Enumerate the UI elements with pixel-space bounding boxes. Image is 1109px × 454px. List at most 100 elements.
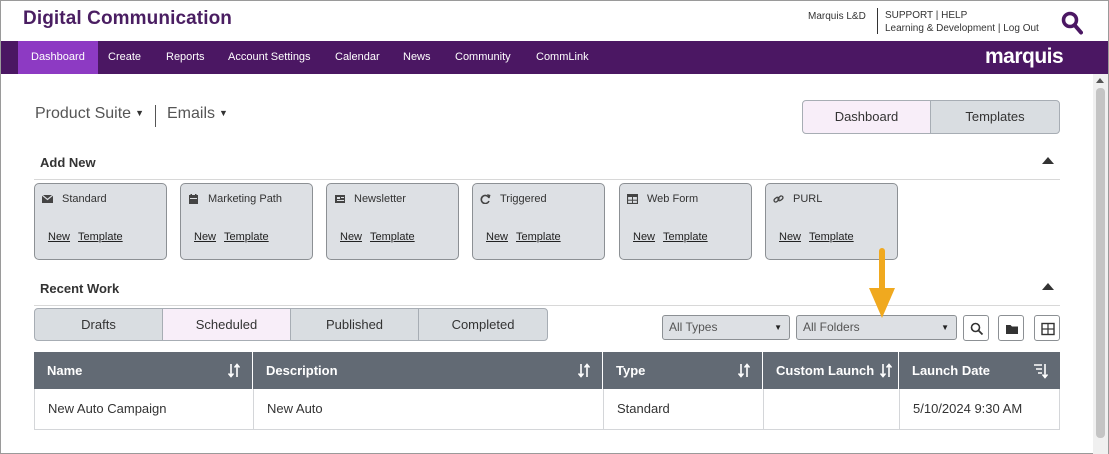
collapse-add-new-icon[interactable] — [1042, 157, 1054, 164]
card-triggered: Triggered New Template — [472, 183, 605, 260]
sort-icon — [578, 363, 590, 378]
nav-create[interactable]: Create — [108, 41, 141, 74]
table-row[interactable]: New Auto Campaign New Auto Standard 5/10… — [34, 389, 1060, 430]
col-description-label: Description — [266, 363, 338, 378]
card-web-form: Web Form New Template — [619, 183, 752, 260]
template-purl-link[interactable]: Template — [809, 231, 854, 243]
app-title: Digital Communication — [23, 8, 232, 29]
learning-link[interactable]: Learning & Development — [885, 23, 995, 34]
brand-logo[interactable]: marquis — [985, 45, 1064, 69]
nav-community[interactable]: Community — [455, 41, 511, 74]
card-label: Marketing Path — [208, 193, 282, 205]
sort-icon — [738, 363, 750, 378]
cell-custom-launch — [764, 389, 900, 429]
col-type[interactable]: Type — [603, 352, 763, 389]
nav-account-settings[interactable]: Account Settings — [228, 41, 311, 74]
calendar-icon — [189, 194, 198, 204]
grid-icon — [1041, 322, 1055, 336]
card-label: Standard — [62, 193, 107, 205]
caret-down-icon: ▼ — [941, 323, 949, 332]
new-triggered-link[interactable]: New — [486, 231, 508, 243]
col-name-label: Name — [47, 363, 83, 378]
col-launch-date-label: Launch Date — [912, 363, 991, 378]
new-newsletter-link[interactable]: New — [340, 231, 362, 243]
user-label: Marquis L&D — [808, 11, 866, 22]
template-triggered-link[interactable]: Template — [516, 231, 561, 243]
vertical-scrollbar[interactable] — [1093, 74, 1108, 454]
selector-divider — [155, 105, 156, 127]
nav-reports[interactable]: Reports — [166, 41, 205, 74]
template-web-form-link[interactable]: Template — [663, 231, 708, 243]
table-icon — [627, 194, 638, 204]
link-separator: | — [935, 10, 939, 21]
tab-published[interactable]: Published — [290, 308, 419, 341]
col-launch-date[interactable]: Launch Date — [899, 352, 1060, 389]
logout-link[interactable]: Log Out — [1003, 23, 1039, 34]
top-header: Digital Communication Marquis L&D SUPPOR… — [1, 1, 1108, 41]
type-filter-value: All Types — [669, 320, 718, 334]
col-type-label: Type — [616, 363, 646, 378]
new-standard-link[interactable]: New — [48, 231, 70, 243]
nav-news[interactable]: News — [403, 41, 431, 74]
header-divider — [877, 8, 878, 34]
refresh-icon — [480, 194, 491, 204]
collapse-recent-work-icon[interactable] — [1042, 283, 1054, 290]
link-icon — [773, 195, 784, 203]
template-marketing-path-link[interactable]: Template — [224, 231, 269, 243]
cell-launch-date: 5/10/2024 9:30 AM — [913, 401, 1023, 416]
tab-drafts[interactable]: Drafts — [34, 308, 163, 341]
envelope-icon — [42, 194, 53, 203]
card-label: Web Form — [647, 193, 699, 205]
sort-icon — [228, 363, 240, 378]
caret-down-icon: ▼ — [219, 108, 228, 118]
template-newsletter-link[interactable]: Template — [370, 231, 415, 243]
section-divider — [34, 179, 1060, 180]
nav-commlink[interactable]: CommLink — [536, 41, 589, 74]
newspaper-icon — [335, 195, 345, 203]
card-newsletter: Newsletter New Template — [326, 183, 459, 260]
cell-description: New Auto — [254, 389, 604, 429]
main-nav: Dashboard Create Reports Account Setting… — [1, 41, 1108, 74]
sort-descending-icon — [1034, 364, 1048, 379]
recent-work-heading: Recent Work — [40, 281, 120, 296]
tab-scheduled[interactable]: Scheduled — [162, 308, 291, 341]
folder-icon — [1006, 325, 1018, 334]
support-link[interactable]: SUPPORT — [885, 10, 933, 21]
col-description[interactable]: Description — [253, 352, 603, 389]
card-label: Triggered — [500, 193, 547, 205]
scroll-up-icon[interactable] — [1096, 78, 1104, 83]
templates-view-button[interactable]: Templates — [930, 100, 1060, 134]
search-icon[interactable] — [1061, 11, 1083, 35]
col-custom-launch-label: Custom Launch — [776, 363, 875, 378]
dashboard-view-button[interactable]: Dashboard — [802, 100, 931, 134]
new-marketing-path-link[interactable]: New — [194, 231, 216, 243]
col-name[interactable]: Name — [34, 352, 253, 389]
search-button[interactable] — [963, 315, 989, 341]
sort-icon — [880, 363, 892, 378]
new-purl-link[interactable]: New — [779, 231, 801, 243]
new-web-form-link[interactable]: New — [633, 231, 655, 243]
card-marketing-path: Marketing Path New Template — [180, 183, 313, 260]
folder-button[interactable] — [998, 315, 1024, 341]
add-new-heading: Add New — [40, 155, 96, 170]
product-suite-selector[interactable]: Product Suite ▼ — [35, 105, 144, 123]
grid-view-button[interactable] — [1034, 315, 1060, 341]
link-separator: | — [997, 23, 1001, 34]
caret-down-icon: ▼ — [135, 108, 144, 118]
template-standard-link[interactable]: Template — [78, 231, 123, 243]
type-filter-select[interactable]: All Types ▼ — [662, 315, 790, 340]
help-link[interactable]: HELP — [941, 10, 967, 21]
folder-filter-value: All Folders — [803, 320, 860, 334]
col-custom-launch[interactable]: Custom Launch — [763, 352, 899, 389]
emails-selector[interactable]: Emails ▼ — [167, 105, 228, 123]
scroll-thumb[interactable] — [1096, 88, 1105, 438]
tab-completed[interactable]: Completed — [418, 308, 548, 341]
card-label: PURL — [793, 193, 823, 205]
nav-calendar[interactable]: Calendar — [335, 41, 380, 74]
cell-name[interactable]: New Auto Campaign — [35, 389, 254, 429]
nav-dashboard[interactable]: Dashboard — [18, 41, 98, 74]
cell-type: Standard — [604, 389, 764, 429]
header-links: SUPPORT | HELP Learning & Development | … — [885, 9, 1039, 35]
product-suite-label: Product Suite — [35, 105, 132, 122]
caret-down-icon: ▼ — [774, 323, 782, 332]
